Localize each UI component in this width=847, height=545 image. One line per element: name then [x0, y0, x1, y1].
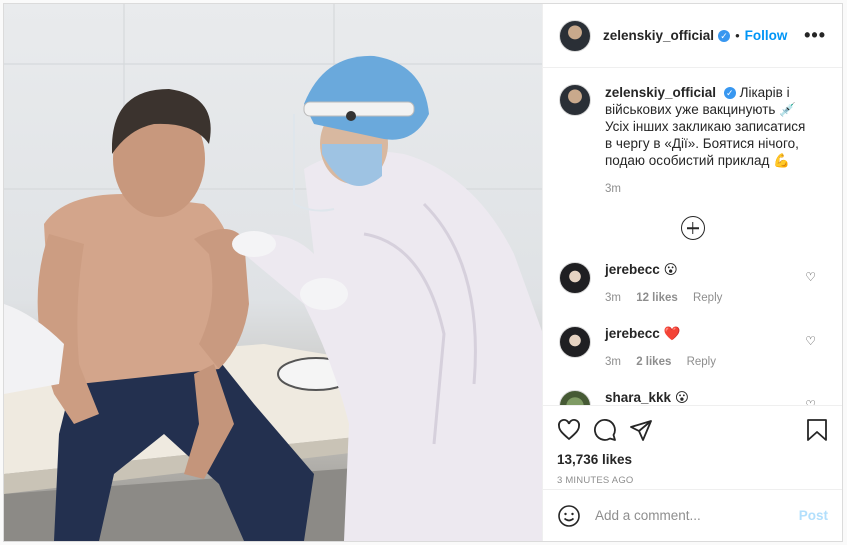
comment-time[interactable]: 3m: [605, 356, 621, 368]
comment-username[interactable]: jerebecc: [605, 262, 660, 277]
action-icons: [557, 414, 828, 446]
comment-input[interactable]: [595, 508, 799, 523]
bookmark-icon[interactable]: [806, 418, 828, 442]
heart-icon[interactable]: ♡: [805, 398, 816, 405]
heart-icon[interactable]: ♡: [805, 270, 816, 284]
caption-username[interactable]: zelenskiy_official: [605, 85, 716, 100]
likes-count[interactable]: 13,736 likes: [557, 452, 828, 467]
comment-icon[interactable]: [593, 418, 617, 442]
author-username[interactable]: zelenskiy_official: [603, 28, 714, 43]
emoji-icon[interactable]: [557, 504, 581, 528]
post-photo-illustration: [4, 4, 542, 541]
comment-username[interactable]: jerebecc: [605, 326, 660, 341]
add-comment-bar: Post: [543, 489, 842, 541]
post-photo[interactable]: [4, 4, 543, 541]
commenter-avatar[interactable]: [559, 390, 591, 405]
caption-avatar[interactable]: [559, 84, 591, 116]
commenter-avatar[interactable]: [559, 326, 591, 358]
commenter-avatar[interactable]: [559, 262, 591, 294]
comment-body: shara_kkk 😮: [605, 390, 689, 405]
comment-meta: 3m 2 likes Reply: [605, 356, 728, 368]
heart-icon[interactable]: ♡: [805, 334, 816, 348]
comment-likes[interactable]: 2 likes: [636, 356, 671, 368]
author-avatar[interactable]: [559, 19, 591, 52]
post-sidebar: zelenskiy_official ✓ • Follow ••• zelens…: [543, 4, 842, 541]
share-icon[interactable]: [629, 418, 653, 442]
comment-text: ❤️: [663, 326, 681, 341]
comment-item: jerebecc ❤️ 3m 2 likes Reply ♡: [559, 326, 826, 368]
comment-text: 😮: [663, 262, 678, 277]
reply-button[interactable]: Reply: [687, 356, 716, 368]
comment-item: shara_kkk 😮 ♡: [559, 390, 826, 405]
follow-button[interactable]: Follow: [745, 28, 788, 43]
instagram-post: zelenskiy_official ✓ • Follow ••• zelens…: [3, 3, 843, 542]
post-time[interactable]: 3 MINUTES AGO: [557, 475, 828, 486]
header-separator: •: [735, 28, 740, 43]
caption-time[interactable]: 3m: [605, 181, 815, 198]
plus-circle-icon[interactable]: [680, 216, 705, 240]
heart-icon[interactable]: [557, 418, 581, 442]
post-header: zelenskiy_official ✓ • Follow •••: [543, 4, 842, 68]
comment-text: 😮: [674, 390, 689, 405]
reply-button[interactable]: Reply: [693, 292, 722, 304]
comment-body: jerebecc ❤️ 3m 2 likes Reply: [605, 326, 728, 368]
comments-section[interactable]: zelenskiy_official ✓ Лікарів і військови…: [543, 68, 842, 405]
comment-likes[interactable]: 12 likes: [636, 292, 678, 304]
comment-username[interactable]: shara_kkk: [605, 390, 671, 405]
comment-item: jerebecc 😮 3m 12 likes Reply ♡: [559, 262, 826, 304]
comment-time[interactable]: 3m: [605, 292, 621, 304]
verified-badge-icon: ✓: [718, 29, 731, 42]
comment-body: jerebecc 😮 3m 12 likes Reply: [605, 262, 734, 304]
verified-badge-icon: ✓: [723, 87, 736, 100]
post-comment-button[interactable]: Post: [799, 508, 828, 523]
comment-meta: 3m 12 likes Reply: [605, 292, 734, 304]
post-caption: zelenskiy_official ✓ Лікарів і військови…: [559, 84, 826, 198]
post-actions: 13,736 likes 3 MINUTES AGO: [543, 405, 842, 489]
caption-body: zelenskiy_official ✓ Лікарів і військови…: [605, 84, 815, 198]
more-options-icon[interactable]: •••: [804, 25, 826, 46]
